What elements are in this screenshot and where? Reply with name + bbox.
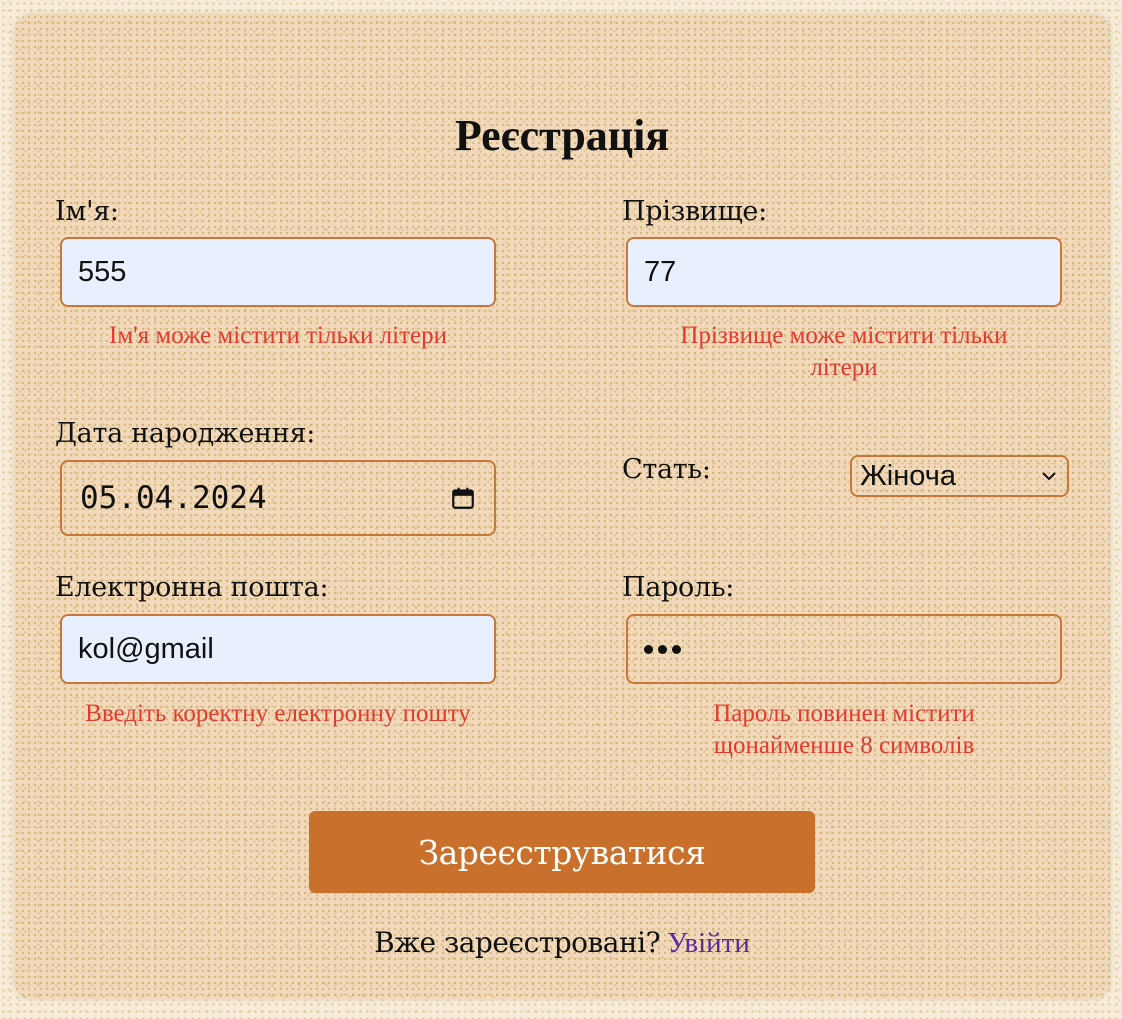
last-name-label: Прізвище: [622,196,767,227]
last-name-input[interactable] [626,237,1062,307]
email-input[interactable] [60,614,496,684]
password-mask-dot [672,644,681,654]
first-name-input[interactable] [60,237,496,307]
last-name-error-line: літери [810,354,878,381]
last-name-error-line: Прізвище може містити тільки [680,322,1008,349]
birth-date-input[interactable]: 05.04.2024 [60,460,496,536]
calendar-icon[interactable] [450,485,476,511]
page-title: Реєстрація [454,111,670,160]
last-name-error: Прізвище може містити тільки літери [626,320,1062,384]
birth-date-label: Дата народження: [55,418,316,449]
password-error-line: Пароль повинен містити [713,700,975,727]
login-prompt-row: Вже зареєстровані? Увійти [14,926,1110,960]
password-error: Пароль повинен містити щонайменше 8 симв… [626,698,1062,762]
password-input[interactable] [626,614,1062,684]
email-label: Електронна пошта: [55,572,329,603]
register-button[interactable]: Зареєструватися [309,811,815,893]
gender-select[interactable]: Жіноча [850,455,1069,497]
first-name-error: Ім'я може містити тільки літери [109,322,447,349]
first-name-label: Ім'я: [55,196,119,227]
email-error: Введіть коректну електронну пошту [85,700,471,727]
password-mask-dot [644,644,653,654]
login-prompt-text: Вже зареєстровані? [374,926,661,959]
birth-date-value: 05.04.2024 [80,480,267,516]
registration-card: Реєстрація Ім'я: Ім'я може містити тільк… [14,14,1110,999]
gender-select-value: Жіноча [860,459,956,492]
password-error-line: щонайменше 8 символів [713,732,975,759]
password-mask-dot [658,644,667,654]
login-link[interactable]: Увійти [667,927,750,959]
password-label: Пароль: [622,572,735,603]
chevron-down-icon [1042,472,1056,481]
gender-label: Стать: [622,454,711,485]
